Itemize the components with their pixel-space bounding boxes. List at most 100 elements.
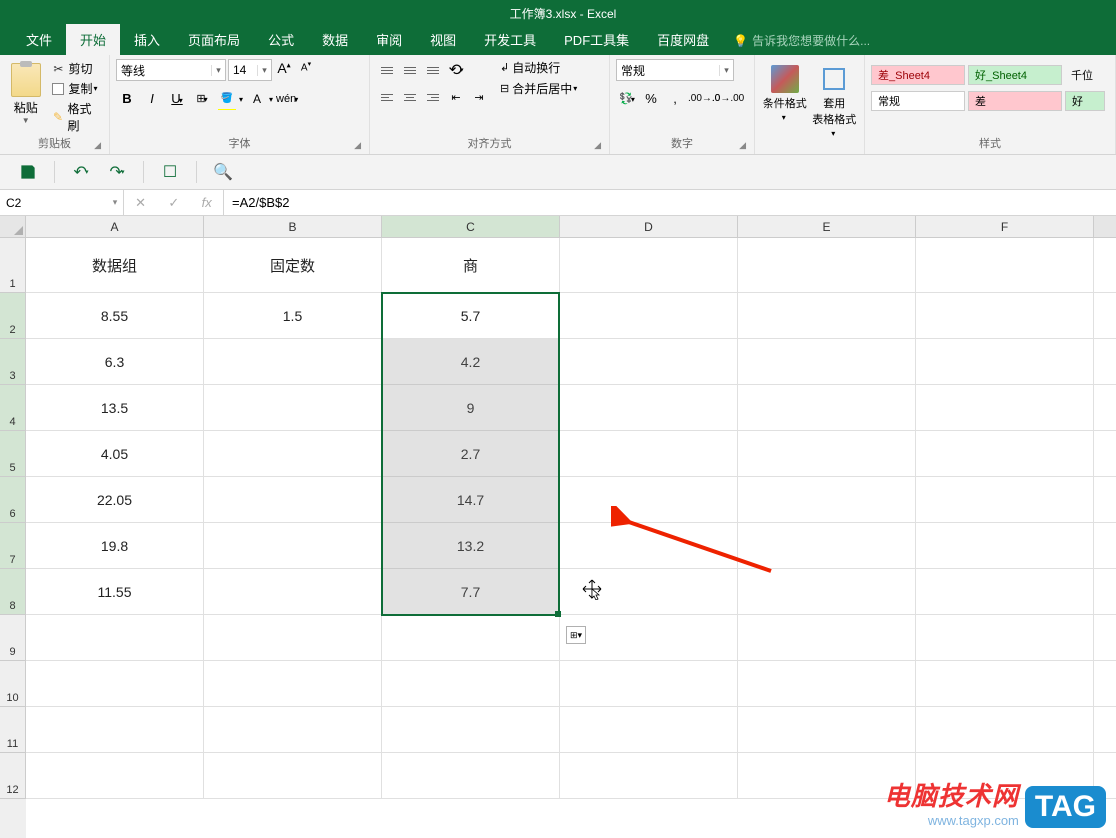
style-good[interactable]: 好_Sheet4	[968, 65, 1062, 85]
cell[interactable]	[560, 569, 738, 614]
row-header-3[interactable]: 3	[0, 339, 26, 385]
cell[interactable]	[738, 707, 916, 752]
cells-area[interactable]: 数据组 固定数 商 8.55 1.5 5.7 6.3 4.2 13.5	[26, 238, 1116, 838]
cell[interactable]	[560, 753, 738, 798]
cell[interactable]	[916, 431, 1094, 476]
cell[interactable]	[204, 753, 382, 798]
row-header-10[interactable]: 10	[0, 661, 26, 707]
fill-color-button[interactable]: 🪣	[216, 88, 238, 110]
insert-function-button[interactable]: fx	[202, 195, 212, 210]
cell[interactable]	[204, 707, 382, 752]
comma-button[interactable]: ,	[664, 88, 686, 110]
align-top-button[interactable]	[376, 59, 398, 81]
cell[interactable]	[204, 661, 382, 706]
increase-indent-button[interactable]: ⇥	[468, 86, 490, 108]
cell[interactable]	[560, 238, 738, 292]
decrease-decimal-button[interactable]: .0→.00	[712, 88, 734, 110]
select-all-corner[interactable]	[0, 216, 26, 238]
row-header-7[interactable]: 7	[0, 523, 26, 569]
cut-button[interactable]: ✂剪切	[49, 59, 103, 78]
cell[interactable]: 7.7	[382, 569, 560, 614]
cell[interactable]	[560, 431, 738, 476]
cell[interactable]: 商	[382, 238, 560, 292]
row-header-9[interactable]: 9	[0, 615, 26, 661]
align-left-button[interactable]	[376, 86, 398, 108]
cell[interactable]: 8.55	[26, 293, 204, 338]
cell[interactable]	[738, 523, 916, 568]
cell[interactable]	[26, 661, 204, 706]
cell[interactable]: 22.05	[26, 477, 204, 522]
dialog-launcher-icon[interactable]: ◢	[594, 140, 601, 151]
tab-developer[interactable]: 开发工具	[470, 24, 550, 55]
cell[interactable]: 数据组	[26, 238, 204, 292]
style-normal[interactable]: 常规	[871, 91, 965, 111]
tab-baidu[interactable]: 百度网盘	[643, 24, 723, 55]
cell[interactable]	[26, 753, 204, 798]
cancel-edit-button[interactable]: ✕	[135, 195, 146, 211]
save-button[interactable]	[18, 162, 38, 182]
cell[interactable]	[382, 753, 560, 798]
cell[interactable]: 1.5	[204, 293, 382, 338]
cell[interactable]	[916, 615, 1094, 660]
row-header-1[interactable]: 1	[0, 238, 26, 293]
cell[interactable]: 13.5	[26, 385, 204, 430]
col-header-c[interactable]: C	[382, 216, 560, 237]
tab-file[interactable]: 文件	[12, 24, 66, 55]
decrease-indent-button[interactable]: ⇤	[445, 86, 467, 108]
cell[interactable]: 11.55	[26, 569, 204, 614]
style-hao[interactable]: 好	[1065, 91, 1105, 111]
cell[interactable]: 19.8	[26, 523, 204, 568]
chevron-down-icon[interactable]: ▾	[269, 95, 273, 104]
cell[interactable]: 6.3	[26, 339, 204, 384]
cell[interactable]	[382, 707, 560, 752]
wrap-text-button[interactable]: ↲自动换行	[500, 59, 577, 76]
tab-home[interactable]: 开始	[66, 24, 120, 55]
align-center-button[interactable]	[399, 86, 421, 108]
italic-button[interactable]: I	[141, 88, 163, 110]
cell[interactable]	[560, 339, 738, 384]
table-format-button[interactable]: 套用 表格格式 ▾	[811, 65, 859, 138]
touch-mode-button[interactable]: ☐	[160, 162, 180, 182]
tab-view[interactable]: 视图	[416, 24, 470, 55]
col-header-a[interactable]: A	[26, 216, 204, 237]
tab-insert[interactable]: 插入	[120, 24, 174, 55]
name-box[interactable]: C2 ▾	[0, 190, 124, 215]
cell[interactable]	[916, 339, 1094, 384]
cell[interactable]	[560, 523, 738, 568]
row-header-5[interactable]: 5	[0, 431, 26, 477]
row-header-8[interactable]: 8	[0, 569, 26, 615]
print-preview-button[interactable]: 🔍	[213, 162, 233, 182]
font-size-combo[interactable]: 14▾	[228, 59, 272, 81]
increase-decimal-button[interactable]: .00→.0	[688, 88, 710, 110]
style-bad[interactable]: 差_Sheet4	[871, 65, 965, 85]
cell[interactable]	[560, 293, 738, 338]
cell[interactable]	[738, 661, 916, 706]
tab-data[interactable]: 数据	[308, 24, 362, 55]
cell[interactable]	[738, 477, 916, 522]
cell[interactable]: 14.7	[382, 477, 560, 522]
confirm-edit-button[interactable]: ✓	[168, 195, 179, 211]
cell[interactable]	[382, 615, 560, 660]
chevron-down-icon[interactable]: ▾	[239, 95, 243, 104]
font-color-button[interactable]: A	[246, 88, 268, 110]
conditional-format-button[interactable]: 条件格式 ▾	[761, 65, 809, 122]
cell[interactable]	[738, 238, 916, 292]
cell[interactable]	[204, 339, 382, 384]
paste-button[interactable]: 粘贴 ▼	[6, 59, 45, 125]
autofill-options-button[interactable]: ⊞▾	[566, 626, 586, 644]
cell[interactable]	[204, 431, 382, 476]
cell[interactable]	[204, 615, 382, 660]
align-right-button[interactable]	[422, 86, 444, 108]
cell[interactable]	[916, 238, 1094, 292]
col-header-d[interactable]: D	[560, 216, 738, 237]
cell[interactable]	[916, 477, 1094, 522]
undo-button[interactable]: ↶▾	[71, 162, 91, 182]
number-format-combo[interactable]: 常规▾	[616, 59, 734, 81]
tab-pdf[interactable]: PDF工具集	[550, 24, 643, 55]
cell[interactable]	[204, 385, 382, 430]
row-header-12[interactable]: 12	[0, 753, 26, 799]
tab-review[interactable]: 审阅	[362, 24, 416, 55]
cell[interactable]	[738, 569, 916, 614]
style-thousands[interactable]: 千位	[1065, 65, 1105, 85]
tell-me-search[interactable]: 💡 告诉我您想要做什么...	[733, 26, 870, 55]
